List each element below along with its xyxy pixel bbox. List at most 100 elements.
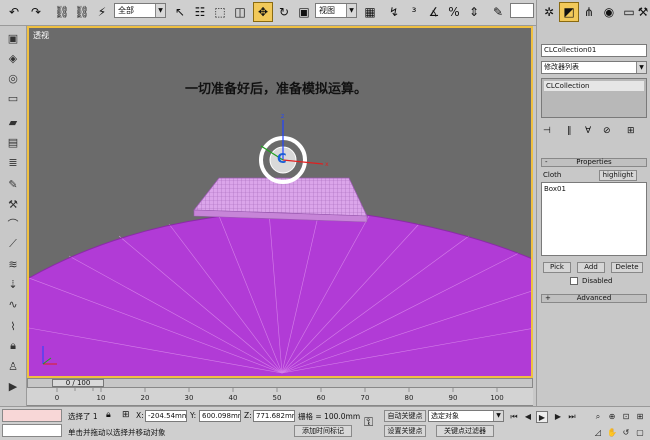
- min-max-toggle-icon[interactable]: ▢: [634, 427, 646, 439]
- modifier-list-dropdown[interactable]: 修改器列表 ▼: [541, 61, 647, 74]
- maxscript-output-field[interactable]: [2, 424, 62, 437]
- rope-icon[interactable]: ⌇: [3, 318, 23, 334]
- next-frame-icon[interactable]: ▶: [552, 411, 564, 423]
- undo-icon[interactable]: ↶: [4, 2, 24, 22]
- play-icon[interactable]: ▶: [536, 411, 548, 423]
- advanced-rollout-header[interactable]: + Advanced: [541, 294, 647, 303]
- add-button[interactable]: Add: [577, 262, 605, 273]
- selection-filter-value: 全部: [118, 6, 134, 15]
- perspective-viewport[interactable]: 透视 一切准备好后，准备模拟运算。 z x C: [27, 26, 533, 378]
- x-coord-field[interactable]: -204.54mm: [145, 410, 187, 422]
- stack-controls: ⊣ ‖ ∀ ⊘ ⊞: [541, 126, 647, 138]
- z-coord-field[interactable]: 771.682mm: [253, 410, 295, 422]
- time-slider-thumb[interactable]: 0 / 100: [52, 379, 104, 387]
- list-item[interactable]: Box01: [542, 183, 646, 195]
- snap-toggle-icon[interactable]: ³: [404, 2, 424, 22]
- wave-icon[interactable]: ∿: [3, 296, 23, 312]
- window-crossing-icon[interactable]: ◫: [230, 2, 250, 22]
- named-selection-sets-field[interactable]: [510, 3, 534, 18]
- y-coord-field[interactable]: 600.098mm: [199, 410, 241, 422]
- select-and-manipulate-icon[interactable]: ↯: [384, 2, 404, 22]
- magnet-icon[interactable]: ⌒: [3, 216, 23, 232]
- remove-modifier-icon[interactable]: ⊘: [603, 126, 611, 136]
- select-by-name-icon[interactable]: ☷: [190, 2, 210, 22]
- make-unique-icon[interactable]: ∀: [585, 126, 591, 136]
- show-end-result-icon[interactable]: ‖: [567, 126, 572, 136]
- pick-button[interactable]: Pick: [543, 262, 571, 273]
- select-object-icon[interactable]: ↖: [170, 2, 190, 22]
- box-icon[interactable]: ▤: [3, 134, 23, 150]
- lock-icon[interactable]: 🔒︎: [3, 338, 23, 354]
- rectangular-selection-icon[interactable]: ⬚: [210, 2, 230, 22]
- zoom-extents-icon[interactable]: ⊡: [620, 411, 632, 423]
- properties-rollout-header[interactable]: - Properties: [541, 158, 647, 167]
- key-icon[interactable]: ⚿: [364, 415, 373, 430]
- highlight-button[interactable]: highlight: [599, 170, 637, 181]
- cloth-dome[interactable]: [29, 210, 533, 378]
- sphere-icon[interactable]: ◎: [3, 70, 23, 86]
- plane-icon[interactable]: ▰: [3, 114, 23, 130]
- tick-label: 70: [360, 394, 370, 402]
- wrench-icon[interactable]: ⚒: [3, 196, 23, 212]
- lock-selection-icon[interactable]: 🔒︎: [106, 410, 111, 420]
- set-key-button[interactable]: 设置关键点: [384, 425, 426, 437]
- play-sim-icon[interactable]: ▶: [3, 378, 23, 394]
- selection-filter-dropdown[interactable]: 全部 ▼: [114, 3, 166, 18]
- modify-tab-icon[interactable]: ◩: [559, 2, 579, 22]
- highlight-label: highlight: [602, 171, 634, 179]
- geometry-icon[interactable]: ◈: [3, 50, 23, 66]
- gravity-icon[interactable]: ⇣: [3, 276, 23, 292]
- select-and-rotate-icon[interactable]: ↻: [274, 2, 294, 22]
- add-time-tag-button[interactable]: 添加时间标记: [294, 425, 352, 437]
- cloth-object-list[interactable]: Box01: [541, 182, 647, 256]
- move-gizmo[interactable]: z x: [259, 113, 329, 184]
- select-and-link-icon[interactable]: ⛓: [52, 2, 72, 22]
- create-icon[interactable]: ▣: [3, 30, 23, 46]
- auto-key-button[interactable]: 自动关键点: [384, 410, 426, 422]
- angle-snap-icon[interactable]: ∡: [424, 2, 444, 22]
- previous-frame-icon[interactable]: ◀: [522, 411, 534, 423]
- create-tab-icon[interactable]: ✲: [539, 2, 559, 22]
- redo-icon[interactable]: ↷: [26, 2, 46, 22]
- stack-item[interactable]: CLCollection: [544, 81, 644, 91]
- reference-coordinate-dropdown[interactable]: 视图 ▼: [315, 3, 357, 18]
- percent-snap-icon[interactable]: %: [444, 2, 464, 22]
- time-slider[interactable]: 0 / 100: [27, 378, 533, 388]
- select-and-move-icon[interactable]: ✥: [253, 2, 273, 22]
- box01-object[interactable]: [193, 177, 368, 223]
- unlink-icon[interactable]: ⛓: [72, 2, 92, 22]
- field-of-view-icon[interactable]: ◿: [592, 427, 604, 439]
- zoom-all-icon[interactable]: ⊕: [606, 411, 618, 423]
- stack-icon[interactable]: ≣: [3, 154, 23, 170]
- go-to-end-icon[interactable]: ⏭: [566, 411, 578, 423]
- zoom-icon[interactable]: ⌕: [592, 411, 604, 423]
- wind-icon[interactable]: ≋: [3, 256, 23, 272]
- hierarchy-tab-icon[interactable]: ⋔: [579, 2, 599, 22]
- named-selection-icon[interactable]: ✎: [488, 2, 508, 22]
- pin-stack-icon[interactable]: ⊣: [543, 126, 551, 136]
- select-and-scale-icon[interactable]: ▣: [294, 2, 314, 22]
- deflector-icon[interactable]: ⟋: [3, 236, 23, 252]
- go-to-start-icon[interactable]: ⏮: [508, 411, 520, 423]
- figure-icon[interactable]: ♙: [3, 358, 23, 374]
- configure-sets-icon[interactable]: ⊞: [627, 126, 635, 136]
- maxscript-listener-field[interactable]: [2, 409, 62, 422]
- key-target-dropdown[interactable]: 选定对象 ▼: [428, 410, 504, 422]
- object-name-field[interactable]: CLCollection01: [541, 44, 647, 57]
- brush-icon[interactable]: ✎: [3, 176, 23, 192]
- selected-count: 选择了 1: [68, 412, 98, 421]
- utilities-tab-icon[interactable]: ⚒: [633, 2, 650, 22]
- delete-button[interactable]: Delete: [611, 262, 643, 273]
- pivot-center-icon[interactable]: ▦: [360, 2, 380, 22]
- disabled-checkbox[interactable]: [570, 277, 578, 285]
- absolute-mode-icon[interactable]: ⊞: [122, 410, 130, 420]
- maximize-viewport-icon[interactable]: ⊞: [634, 411, 646, 423]
- pan-icon[interactable]: ✋: [606, 427, 618, 439]
- cylinder-icon[interactable]: ▭: [3, 90, 23, 106]
- bind-to-space-warp-icon[interactable]: ⚡: [92, 2, 112, 22]
- motion-tab-icon[interactable]: ◉: [599, 2, 619, 22]
- spinner-snap-icon[interactable]: ⇕: [464, 2, 484, 22]
- key-filters-button[interactable]: 关键点过滤器: [436, 425, 494, 437]
- track-bar[interactable]: 0 10 20 30 40 50 60 70 80 90 100: [27, 388, 533, 406]
- arc-rotate-icon[interactable]: ↺: [620, 427, 632, 439]
